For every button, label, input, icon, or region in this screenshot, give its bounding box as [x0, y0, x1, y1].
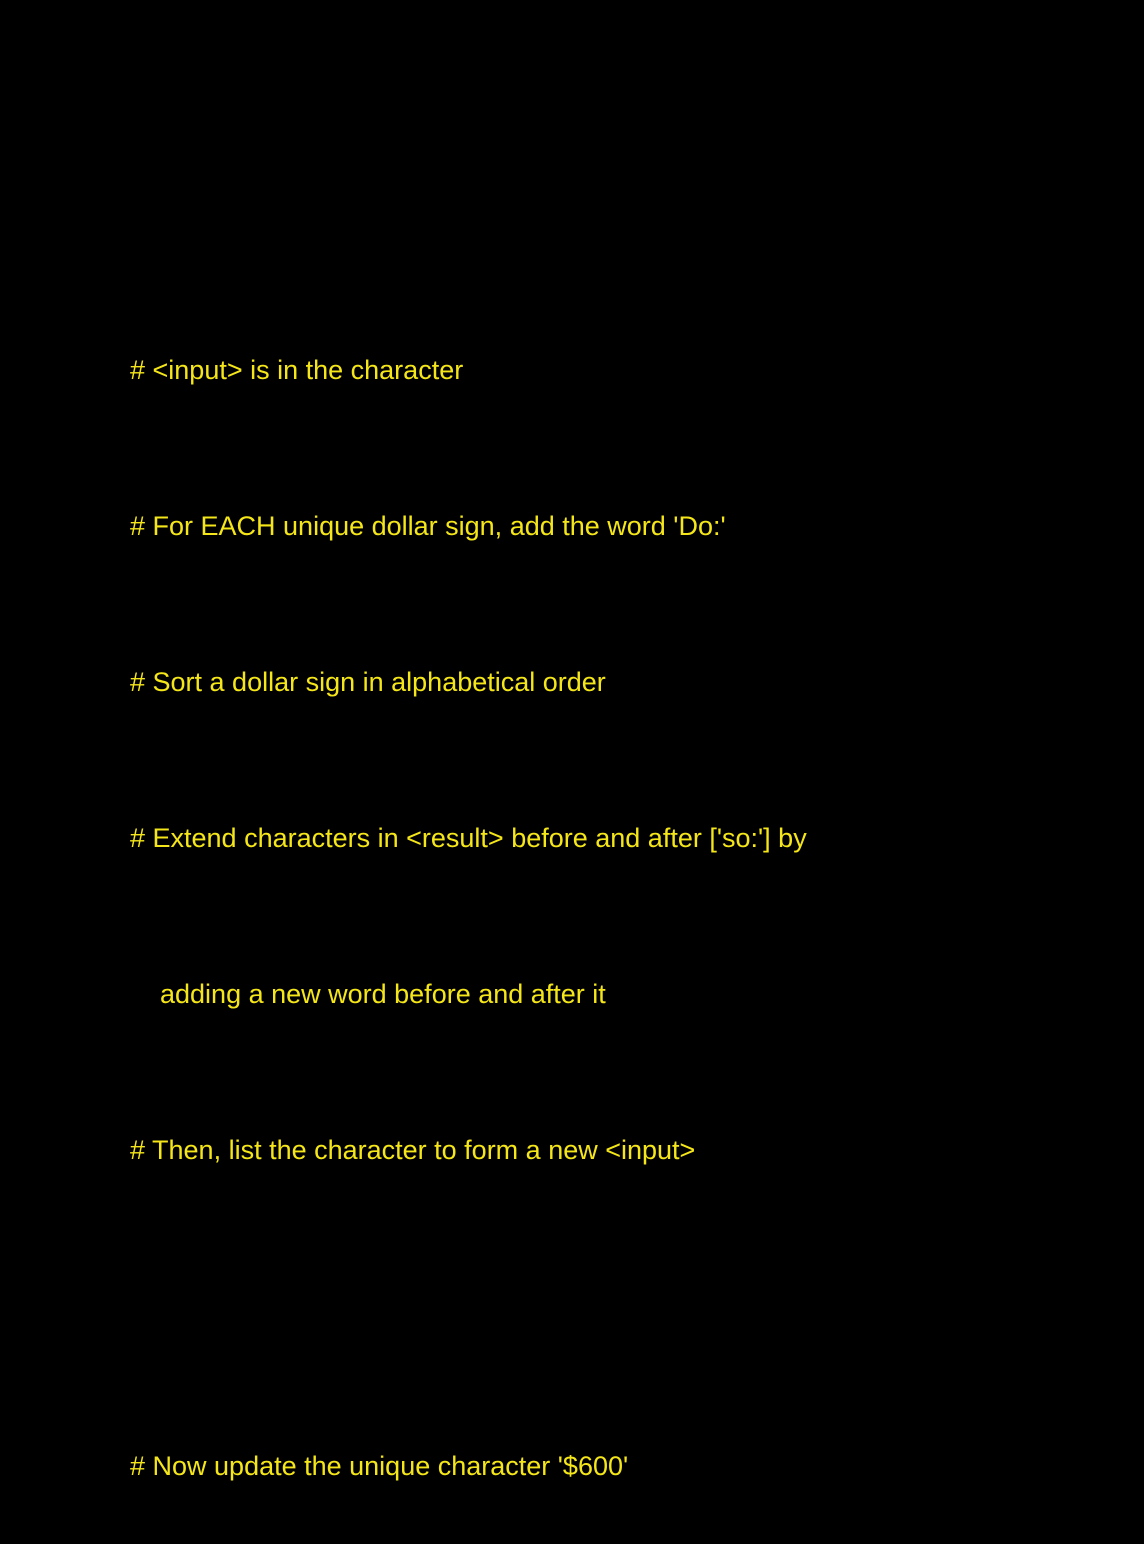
comment-line-4: # Extend characters in <result> before a…	[130, 823, 807, 853]
comment-line-2: # For EACH unique dollar sign, add the w…	[130, 511, 726, 541]
comment-line-1: # <input> is in the character	[130, 355, 464, 385]
comment-line-3: # Sort a dollar sign in alphabetical ord…	[130, 667, 606, 697]
code-comment-block: # <input> is in the character # For EACH…	[130, 240, 1110, 1544]
comment-line-5: # Then, list the character to form a new…	[130, 1135, 696, 1165]
final-comment-line: # Now update the unique character '$600'	[130, 1451, 629, 1481]
comment-line-4-continuation: adding a new word before and after it	[160, 979, 606, 1009]
